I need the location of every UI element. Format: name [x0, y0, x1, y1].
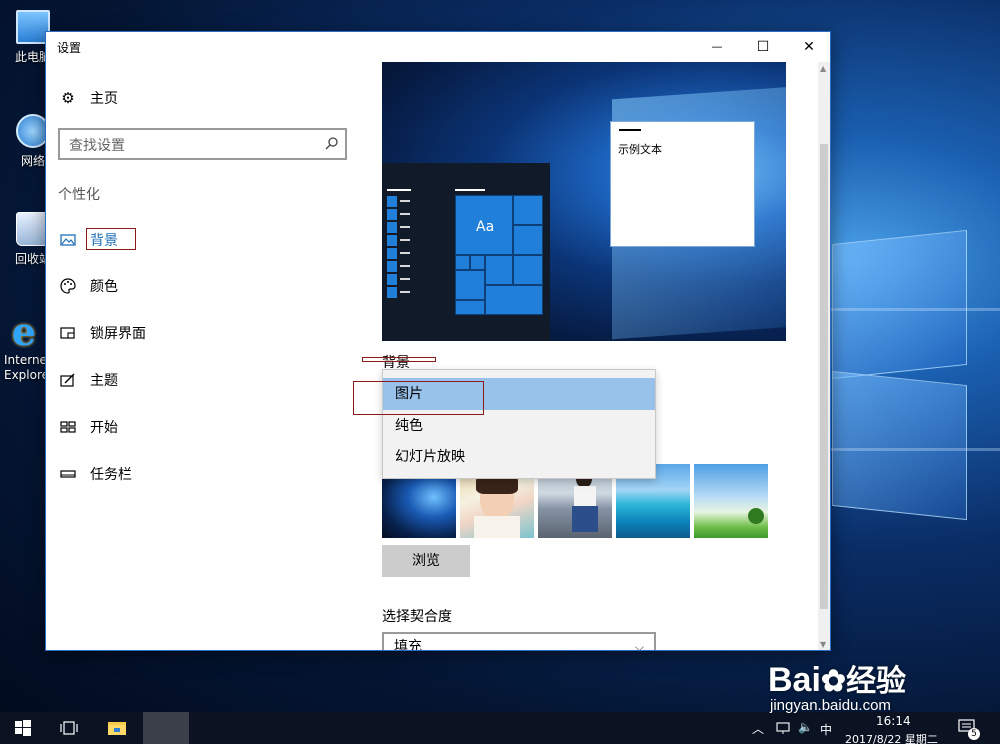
image-icon	[60, 234, 76, 246]
watermark-url: jingyan.baidu.com	[770, 697, 891, 714]
preview-sample-text: 示例文本	[618, 143, 662, 156]
scroll-up-icon[interactable]: ▲	[820, 64, 826, 73]
file-explorer-button[interactable]	[94, 712, 140, 744]
section-heading: 个性化	[58, 187, 100, 203]
scroll-down-icon[interactable]: ▼	[820, 640, 826, 649]
preview-sample-window: 示例文本	[610, 121, 755, 247]
scroll-thumb[interactable]	[820, 144, 828, 609]
sidebar-item-colors[interactable]: 颜色	[59, 274, 118, 298]
search-icon	[325, 137, 338, 150]
minimize-button[interactable]: —	[694, 32, 740, 62]
volume-icon[interactable]: 🔈	[798, 720, 813, 734]
action-center-button[interactable]: 5	[958, 719, 980, 740]
preview-tile-text: Aa	[476, 219, 495, 235]
show-hidden-icons[interactable]: ︿	[752, 720, 764, 737]
window-title: 设置	[57, 41, 82, 55]
network-tray-icon[interactable]	[776, 721, 790, 735]
preview-start-menu: Aa	[382, 163, 550, 341]
theme-icon	[60, 373, 75, 387]
clock-date[interactable]: 2017/8/22 星期二	[845, 731, 938, 744]
desktop-icon-ie[interactable]: e Internet Explorer	[4, 309, 54, 383]
recent-image-5[interactable]	[694, 464, 768, 538]
title-bar[interactable]: 设置 — ☐ ✕	[46, 32, 830, 62]
windows-logo-icon	[15, 720, 31, 736]
settings-taskbar-button[interactable]	[143, 712, 189, 744]
browse-button[interactable]: 浏览	[382, 545, 470, 577]
sidebar-item-start[interactable]: 开始	[59, 415, 118, 439]
clock-time[interactable]: 16:14	[876, 714, 911, 728]
paw-icon: ✿	[820, 665, 847, 698]
background-preview: Aa 示例文本	[382, 62, 786, 341]
fit-label: 选择契合度	[382, 609, 452, 625]
search-input[interactable]: 查找设置	[58, 128, 347, 160]
start-button[interactable]	[0, 712, 46, 744]
sidebar-item-themes[interactable]: 主题	[59, 368, 118, 392]
folder-icon	[108, 722, 126, 735]
annotation-box	[353, 381, 484, 415]
maximize-button[interactable]: ☐	[740, 32, 786, 62]
sidebar-item-taskbar[interactable]: 任务栏	[59, 462, 132, 486]
annotation-box	[362, 357, 436, 362]
settings-window: 设置 — ☐ ✕ ⚙ 主页 查找设置 个性化 背景 颜色 锁屏界面 主题 开始 …	[45, 31, 831, 651]
notification-badge: 5	[968, 728, 980, 740]
sidebar-item-lock-screen[interactable]: 锁屏界面	[59, 321, 146, 345]
ime-indicator[interactable]: 中	[820, 721, 832, 738]
taskbar: ︿ 🔈 中 16:14 2017/8/22 星期二 5	[0, 712, 1000, 744]
gear-icon: ⚙	[61, 89, 75, 107]
fit-select[interactable]: 填充 ⌵	[382, 632, 656, 651]
start-icon	[60, 421, 76, 433]
task-view-icon	[60, 721, 78, 735]
annotation-box	[86, 228, 136, 250]
chevron-down-icon: ⌵	[634, 640, 644, 651]
lock-screen-icon	[60, 327, 75, 339]
taskbar-icon	[60, 470, 76, 478]
palette-icon	[60, 278, 76, 294]
nav-home[interactable]: ⚙ 主页	[59, 86, 118, 110]
scrollbar[interactable]: ▲ ▼	[818, 62, 830, 650]
close-button[interactable]: ✕	[786, 32, 830, 62]
watermark-logo: Bai✿经验	[768, 661, 907, 699]
internet-explorer-icon: e	[11, 309, 37, 354]
dropdown-option-slideshow[interactable]: 幻灯片放映	[383, 441, 655, 473]
task-view-button[interactable]	[46, 712, 92, 744]
